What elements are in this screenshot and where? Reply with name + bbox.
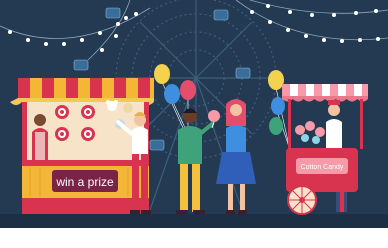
ground [0, 214, 388, 228]
booth-sign-text: win a prize [55, 175, 114, 189]
cart-sign-text: Cotton Candy [301, 164, 344, 171]
bottom-border [0, 228, 388, 248]
carnival-scene: win a prize Cotton Candy [0, 0, 388, 248]
